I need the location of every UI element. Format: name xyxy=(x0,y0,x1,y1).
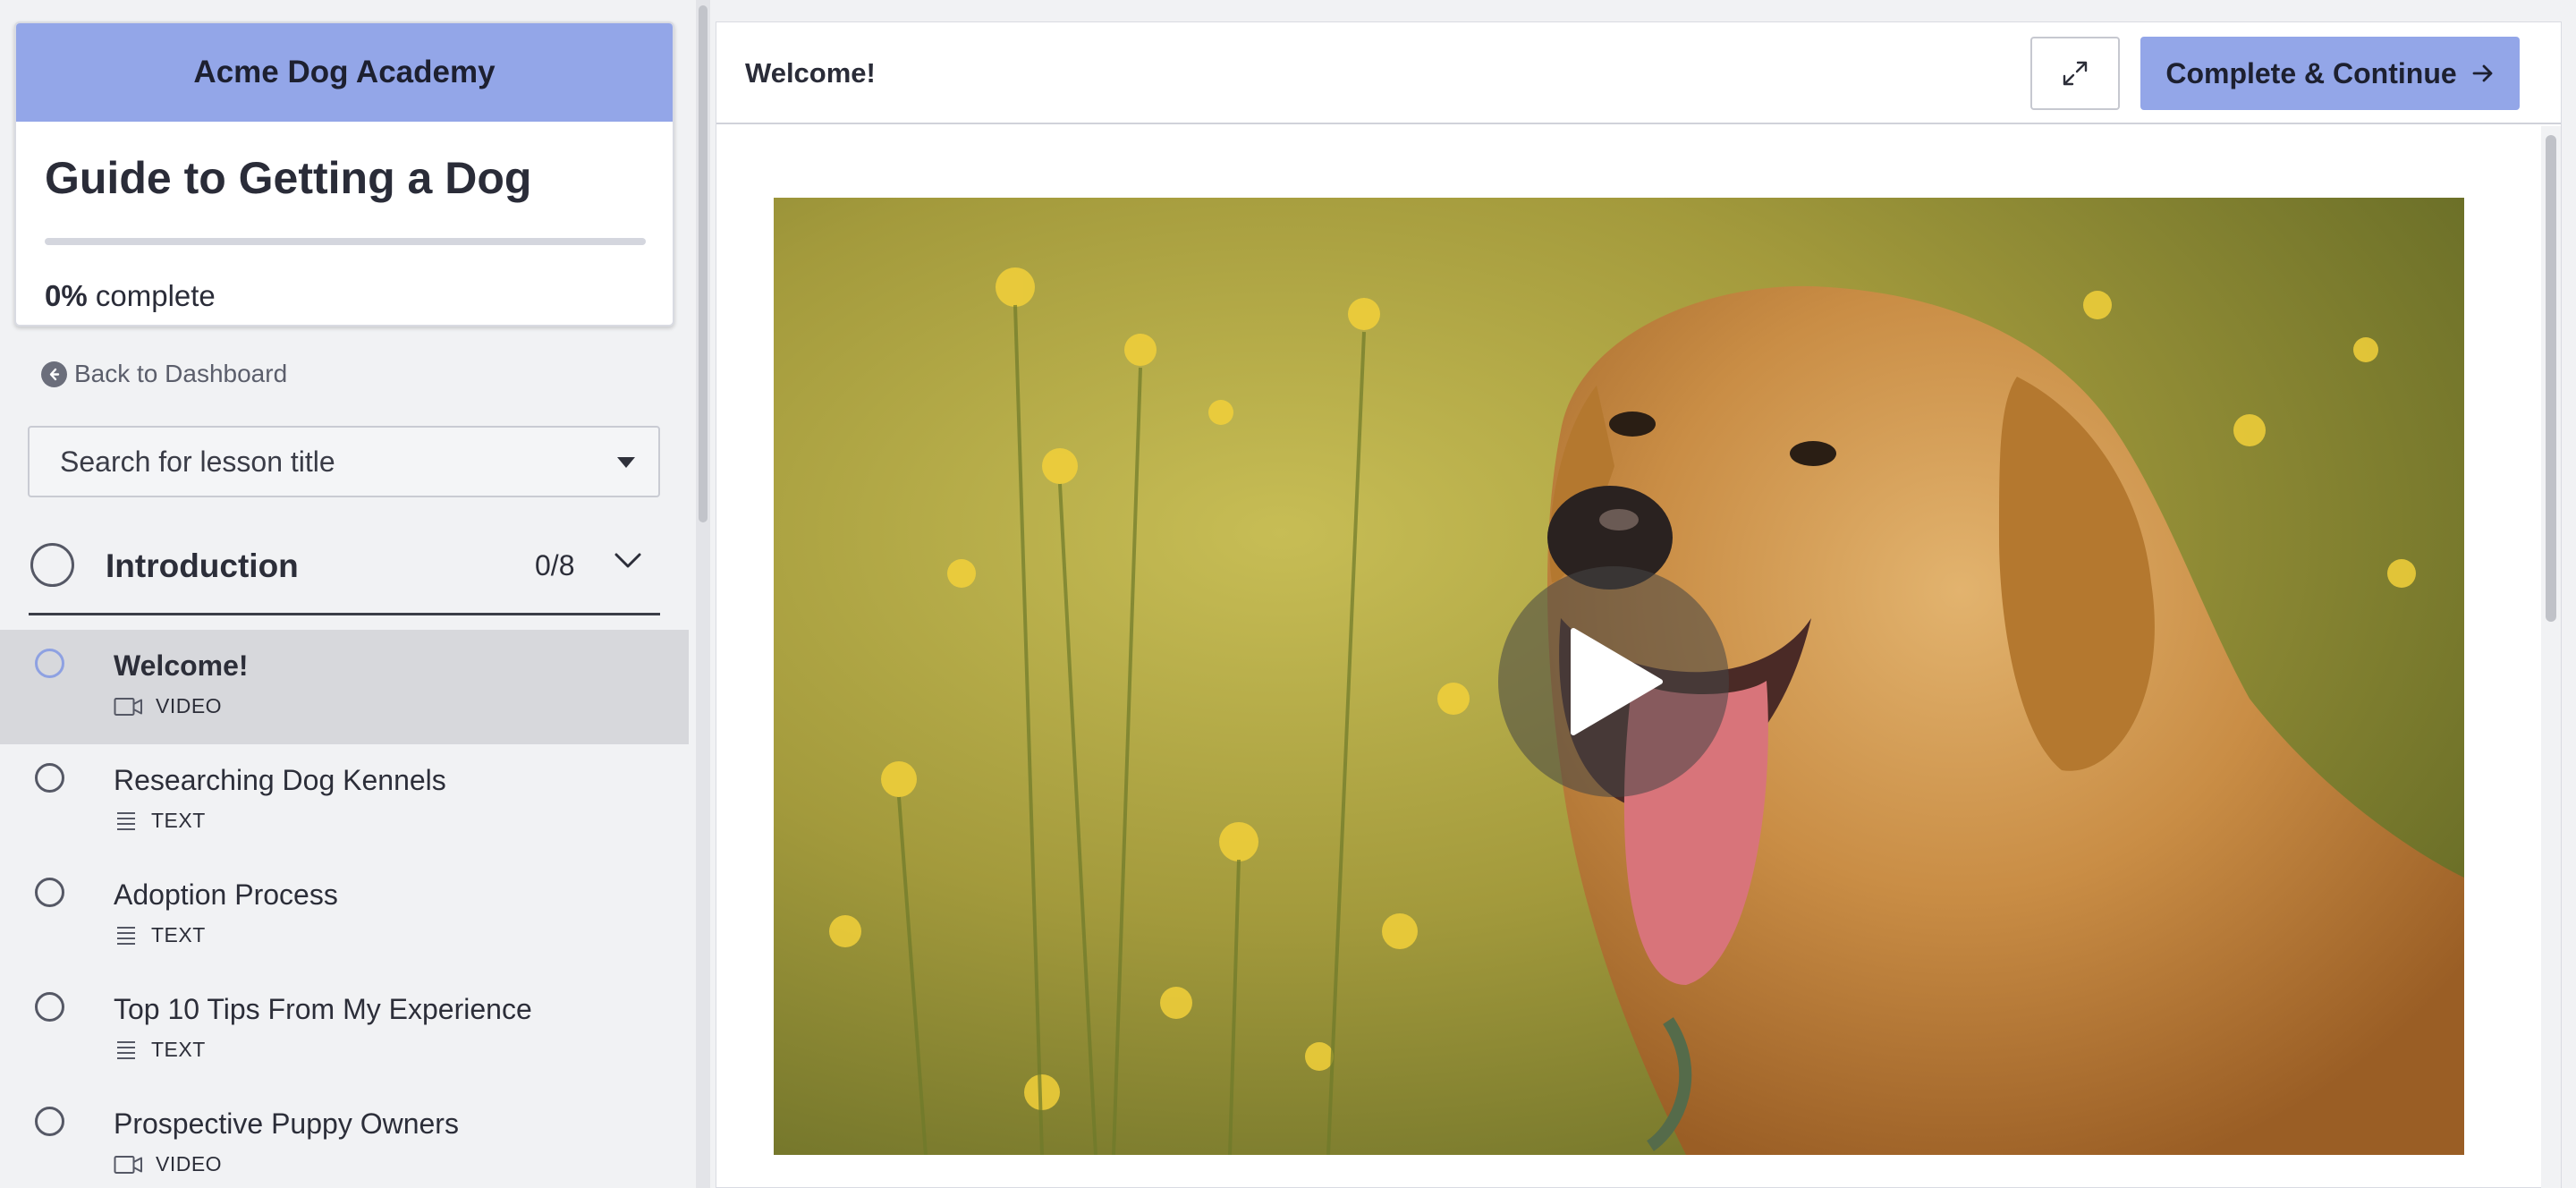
course-card: Acme Dog Academy Guide to Getting a Dog … xyxy=(14,21,674,327)
sidebar-scrollbar-thumb[interactable] xyxy=(699,5,708,522)
complete-continue-label: Complete & Continue xyxy=(2165,56,2457,89)
back-link-label: Back to Dashboard xyxy=(74,360,288,387)
lesson-type-label: TEXT xyxy=(151,809,206,832)
lesson-item[interactable]: Adoption Process TEXT xyxy=(0,859,689,973)
chevron-down-icon[interactable] xyxy=(614,553,641,573)
lesson-item[interactable]: Top 10 Tips From My Experience TEXT xyxy=(0,973,689,1088)
lesson-title: Welcome! xyxy=(114,649,249,682)
lesson-status-circle-icon xyxy=(35,992,64,1022)
lesson-title: Top 10 Tips From My Experience xyxy=(114,993,532,1025)
course-title: Guide to Getting a Dog xyxy=(45,153,532,203)
lesson-heading: Welcome! xyxy=(745,57,876,89)
back-to-dashboard-link[interactable]: Back to Dashboard xyxy=(41,360,287,388)
play-button[interactable] xyxy=(1498,566,1729,797)
lesson-type-label: TEXT xyxy=(151,1038,206,1061)
lesson-type: TEXT xyxy=(114,809,206,833)
chapter-introduction[interactable]: Introduction 0/8 xyxy=(29,530,660,615)
text-icon xyxy=(117,811,135,830)
progress-label: 0% complete xyxy=(45,279,216,313)
fullscreen-button[interactable] xyxy=(2030,37,2120,110)
complete-continue-button[interactable]: Complete & Continue xyxy=(2140,37,2520,110)
expand-icon xyxy=(2063,61,2088,86)
lesson-type-label: TEXT xyxy=(151,923,206,946)
video-player[interactable] xyxy=(774,198,2464,1155)
lesson-header: Welcome! Complete & Continue xyxy=(716,22,2561,124)
progress-percent: 0% xyxy=(45,279,88,312)
chapter-progress-circle-icon xyxy=(30,543,74,587)
lesson-item[interactable]: Welcome! VIDEO xyxy=(0,630,689,744)
lesson-type: TEXT xyxy=(114,923,206,947)
lesson-title: Prospective Puppy Owners xyxy=(114,1107,459,1140)
lesson-search-select[interactable]: Search for lesson title xyxy=(28,426,660,497)
chapter-count: 0/8 xyxy=(535,549,575,581)
lesson-search-placeholder: Search for lesson title xyxy=(60,445,335,478)
lesson-type: TEXT xyxy=(114,1038,206,1062)
content-scrollbar-thumb[interactable] xyxy=(2546,135,2556,622)
lesson-content-panel: Welcome! Complete & Continue xyxy=(716,21,2562,1188)
video-icon xyxy=(114,697,142,716)
progress-bar xyxy=(45,238,646,245)
lesson-status-circle-icon xyxy=(35,1107,64,1136)
lesson-body xyxy=(716,126,2541,1188)
lesson-type-label: VIDEO xyxy=(156,1152,223,1175)
video-icon xyxy=(114,1155,142,1174)
lesson-title: Adoption Process xyxy=(114,878,338,911)
lesson-type-label: VIDEO xyxy=(156,694,223,717)
lesson-status-circle-icon xyxy=(35,878,64,907)
lesson-list: Welcome! VIDEO Researching Dog Kennels T… xyxy=(0,630,689,1188)
text-icon xyxy=(117,926,135,945)
text-icon xyxy=(117,1040,135,1059)
lesson-type: VIDEO xyxy=(114,1152,222,1176)
progress-suffix: complete xyxy=(95,279,216,312)
caret-down-icon xyxy=(617,457,635,468)
school-name[interactable]: Acme Dog Academy xyxy=(16,23,673,122)
course-sidebar: Acme Dog Academy Guide to Getting a Dog … xyxy=(0,0,689,1188)
sidebar-scrollbar[interactable] xyxy=(696,0,710,1188)
lesson-status-circle-icon xyxy=(35,763,64,793)
lesson-item[interactable]: Researching Dog Kennels TEXT xyxy=(0,744,689,859)
lesson-item[interactable]: Prospective Puppy Owners VIDEO xyxy=(0,1088,689,1188)
lesson-type: VIDEO xyxy=(114,694,222,718)
chapter-title: Introduction xyxy=(106,547,299,584)
lesson-title: Researching Dog Kennels xyxy=(114,764,446,796)
content-scrollbar[interactable] xyxy=(2541,126,2561,1188)
arrow-left-circle-icon xyxy=(41,361,67,387)
lesson-status-circle-icon xyxy=(35,649,64,678)
play-icon xyxy=(1571,628,1663,735)
arrow-right-icon xyxy=(2472,64,2493,82)
